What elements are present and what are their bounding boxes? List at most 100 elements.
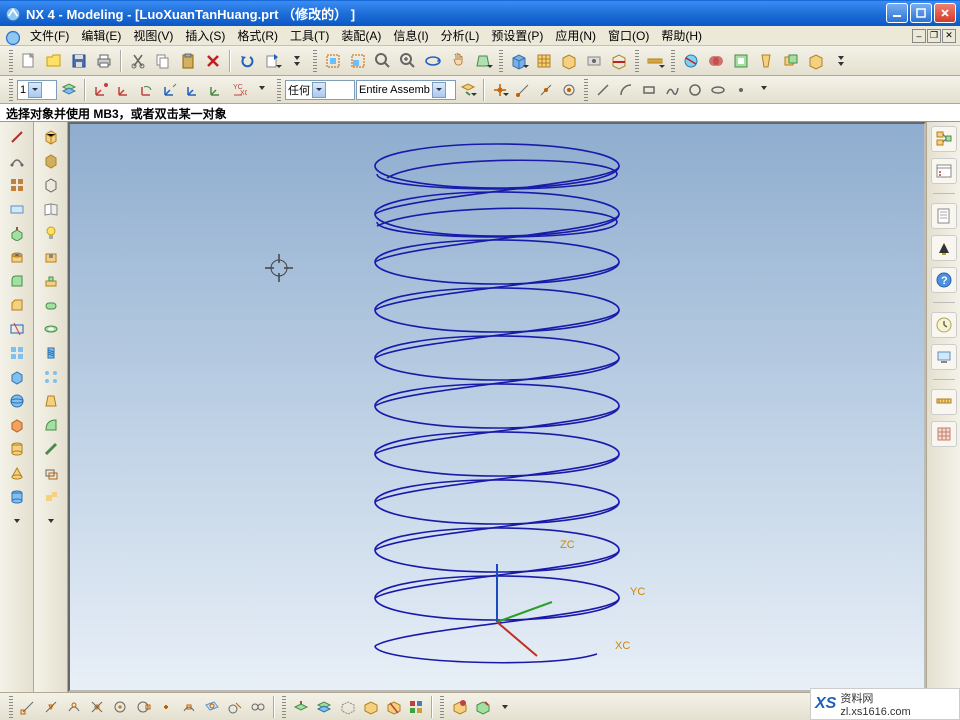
measure-distance-button[interactable] bbox=[643, 49, 667, 73]
taper-button[interactable] bbox=[40, 390, 62, 412]
zoom-button[interactable] bbox=[371, 49, 395, 73]
curve-line-button[interactable] bbox=[592, 79, 614, 101]
offset-face-button[interactable] bbox=[40, 462, 62, 484]
clock-icon[interactable] bbox=[931, 312, 957, 338]
wcs-origin-button[interactable] bbox=[90, 79, 112, 101]
face-edges-button[interactable] bbox=[40, 150, 62, 172]
rotate-button[interactable] bbox=[421, 49, 445, 73]
menu-insert[interactable]: 插入(S) bbox=[179, 25, 231, 46]
curve-spline-button[interactable] bbox=[661, 79, 683, 101]
static-wireframe-button[interactable] bbox=[40, 174, 62, 196]
layer-settings-button[interactable] bbox=[58, 79, 80, 101]
assembly-navigator-button[interactable] bbox=[931, 126, 957, 152]
menu-info[interactable]: 信息(I) bbox=[387, 25, 434, 46]
curve-rect-button[interactable] bbox=[638, 79, 660, 101]
menu-preferences[interactable]: 预设置(P) bbox=[485, 25, 549, 46]
sketch-button[interactable] bbox=[6, 174, 28, 196]
toolbar-grip[interactable] bbox=[282, 696, 286, 718]
overflow-icon[interactable] bbox=[829, 49, 853, 73]
menu-tools[interactable]: 工具(T) bbox=[284, 25, 335, 46]
mdi-minimize-button[interactable]: – bbox=[912, 29, 926, 43]
wcs-rotate-button[interactable] bbox=[136, 79, 158, 101]
wcs-set-button[interactable] bbox=[182, 79, 204, 101]
hidden-edges-button[interactable] bbox=[557, 49, 581, 73]
draft-button[interactable] bbox=[754, 49, 778, 73]
overflow-icon[interactable] bbox=[494, 696, 516, 718]
sphere-button[interactable] bbox=[6, 390, 28, 412]
copy-button[interactable] bbox=[151, 49, 175, 73]
toolbar-grip[interactable] bbox=[9, 50, 13, 72]
toolbar-grip[interactable] bbox=[9, 79, 13, 101]
two-curve-snap-button[interactable] bbox=[247, 696, 269, 718]
toolbar-grip[interactable] bbox=[277, 79, 281, 101]
mdi-restore-button[interactable]: ❐ bbox=[927, 29, 941, 43]
menu-edit[interactable]: 编辑(E) bbox=[75, 25, 127, 46]
shell-button[interactable] bbox=[729, 49, 753, 73]
scale-body-button[interactable] bbox=[40, 486, 62, 508]
curve-point-button[interactable] bbox=[730, 79, 752, 101]
trim-sheet-button[interactable] bbox=[6, 318, 28, 340]
open-file-button[interactable] bbox=[42, 49, 66, 73]
groove-button[interactable] bbox=[40, 318, 62, 340]
thread-button[interactable] bbox=[40, 342, 62, 364]
overflow-icon[interactable] bbox=[251, 79, 273, 101]
existing-point-snap-button[interactable] bbox=[155, 696, 177, 718]
intersection-snap-button[interactable] bbox=[86, 696, 108, 718]
tangent-snap-button[interactable] bbox=[224, 696, 246, 718]
process-studio-button[interactable] bbox=[931, 389, 957, 415]
close-button[interactable] bbox=[934, 3, 956, 23]
midpoint-snap-button[interactable] bbox=[40, 696, 62, 718]
toolbar-grip[interactable] bbox=[499, 50, 503, 72]
menu-view[interactable]: 视图(V) bbox=[127, 25, 179, 46]
fit-view-button[interactable] bbox=[321, 49, 345, 73]
face-blend-button[interactable] bbox=[40, 414, 62, 436]
toolbar-grip[interactable] bbox=[635, 50, 639, 72]
point-on-surface-snap-button[interactable] bbox=[201, 696, 223, 718]
edit-feature-button[interactable] bbox=[471, 696, 493, 718]
toolbar-grip[interactable] bbox=[440, 696, 444, 718]
basic-line-button[interactable] bbox=[6, 126, 28, 148]
wcs-display-button[interactable]: YCXC bbox=[228, 79, 250, 101]
snap-point-button[interactable] bbox=[489, 79, 511, 101]
unite-button[interactable] bbox=[704, 49, 728, 73]
slot-button[interactable] bbox=[40, 294, 62, 316]
reverse-blank-button[interactable] bbox=[382, 696, 404, 718]
overflow-icon[interactable] bbox=[40, 510, 62, 532]
curve-circle-button[interactable] bbox=[684, 79, 706, 101]
print-button[interactable] bbox=[92, 49, 116, 73]
shaded-with-edges-button[interactable] bbox=[40, 126, 62, 148]
shaded-button[interactable] bbox=[507, 49, 531, 73]
feature-button[interactable] bbox=[804, 49, 828, 73]
soft-blend-button[interactable] bbox=[40, 438, 62, 460]
wireframe-button[interactable] bbox=[532, 49, 556, 73]
quadrant-snap-button[interactable] bbox=[132, 696, 154, 718]
boolean-button[interactable] bbox=[779, 49, 803, 73]
cone-button[interactable] bbox=[6, 462, 28, 484]
menu-help[interactable]: 帮助(H) bbox=[655, 25, 708, 46]
snap-center-button[interactable] bbox=[558, 79, 580, 101]
wcs-save-button[interactable] bbox=[205, 79, 227, 101]
maximize-button[interactable] bbox=[910, 3, 932, 23]
mdi-close-button[interactable]: ✕ bbox=[942, 29, 956, 43]
unite-feature-button[interactable] bbox=[6, 366, 28, 388]
lamp-icon[interactable] bbox=[40, 222, 62, 244]
perspective-button[interactable] bbox=[471, 49, 495, 73]
pad-button[interactable] bbox=[40, 270, 62, 292]
selection-scope-button[interactable] bbox=[457, 79, 479, 101]
toolbar-grip[interactable] bbox=[671, 50, 675, 72]
undo-button[interactable] bbox=[235, 49, 259, 73]
edit-object-display-button[interactable] bbox=[405, 696, 427, 718]
edge-blend-button[interactable] bbox=[6, 270, 28, 292]
menu-application[interactable]: 应用(N) bbox=[549, 25, 602, 46]
open-book-icon[interactable] bbox=[40, 198, 62, 220]
wcs-dynamics-button[interactable] bbox=[113, 79, 135, 101]
redo-button[interactable] bbox=[260, 49, 284, 73]
history-button[interactable] bbox=[931, 203, 957, 229]
pocket-button[interactable] bbox=[40, 246, 62, 268]
block-button[interactable] bbox=[6, 414, 28, 436]
overflow-icon[interactable] bbox=[6, 510, 28, 532]
endpoint-snap-button[interactable] bbox=[17, 696, 39, 718]
paste-button[interactable] bbox=[176, 49, 200, 73]
hole-button[interactable] bbox=[6, 246, 28, 268]
see-through-button[interactable] bbox=[582, 49, 606, 73]
